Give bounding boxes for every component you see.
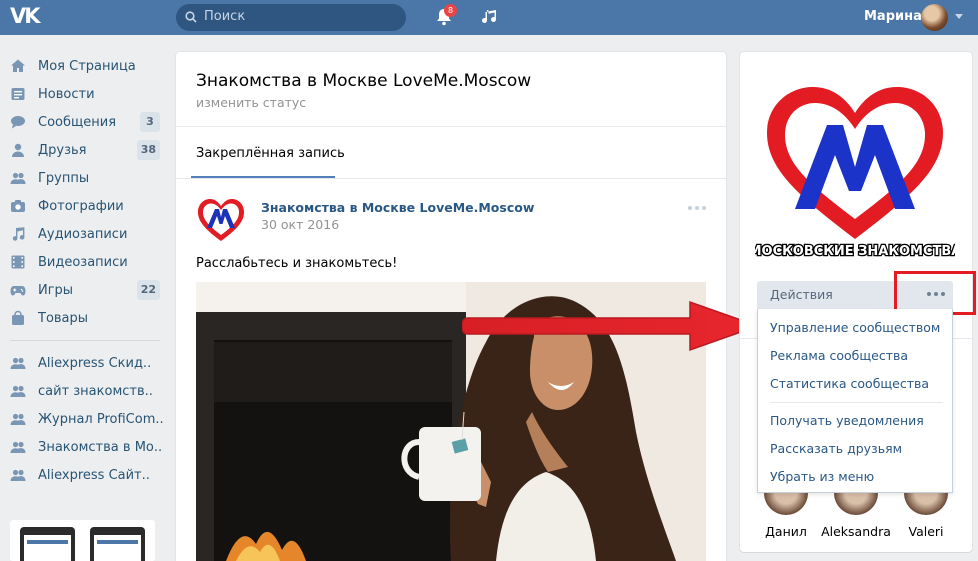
sidebar-group-label: Aliexpress Сайт.. [38,467,150,483]
music-icon[interactable] [480,7,500,27]
community-avatar[interactable] [196,195,246,245]
community-logo[interactable]: МОСКОВСКИЕ ЗНАКОМСТВА [755,67,955,267]
divider [176,178,726,179]
gamepad-icon [10,286,26,296]
sidebar-item-label: Моя Страница [38,58,136,74]
menu-divider [770,402,943,403]
groups-icon [10,385,26,397]
sidebar-item-groups[interactable]: Группы [0,164,165,192]
sidebar-group-item[interactable]: Знакомства в Мо.. [0,433,165,461]
sidebar-item-label: Видеозаписи [38,254,128,270]
logo-caption: МОСКОВСКИЕ ЗНАКОМСТВА [755,244,955,259]
sidebar-group-label: Журнал ProfiCom.. [38,411,164,427]
messages-icon [11,116,25,129]
sidebar-item-games[interactable]: Игры 22 [0,276,165,304]
groups-icon [10,357,26,369]
actions-dropdown-menu [757,309,953,493]
post-date[interactable]: 30 окт 2016 [261,217,339,232]
member-name: Aleksandra [821,524,891,539]
vk-logo[interactable]: VK [10,4,46,30]
menu-item-community-ads[interactable]: Реклама сообщества [770,348,908,363]
sidebar-group-item[interactable]: сайт знакомств.. [0,377,165,405]
page-title: Знакомства в Москве LoveMe.Moscow [196,71,532,91]
app-promo-banner[interactable] [10,520,155,561]
home-icon [11,59,25,72]
sidebar-group-label: сайт знакомств.. [38,383,153,399]
menu-item-community-stats[interactable]: Статистика сообщества [770,376,929,391]
sidebar-group-item[interactable]: Aliexpress Сайт.. [0,461,165,489]
sidebar-item-my-page[interactable]: Моя Страница [0,52,165,80]
news-icon [11,88,25,100]
top-bar: VK Поиск 8 Марина [0,0,978,35]
sidebar-divider [10,340,160,341]
sidebar-item-audio[interactable]: Аудиозаписи [0,220,165,248]
sidebar-item-label: Группы [38,170,90,186]
groups-icon [10,469,26,481]
sidebar-group-item[interactable]: Aliexpress Скид.. [0,349,165,377]
sidebar-item-label: Друзья [38,142,87,158]
annotation-arrow [462,300,761,352]
sidebar-item-label: Сообщения [38,114,117,130]
groups-icon [10,441,26,453]
messages-count: 3 [140,112,160,132]
camera-icon [11,200,25,212]
post-author-link[interactable]: Знакомства в Москве LoveMe.Moscow [261,200,534,215]
user-name[interactable]: Марина [864,9,922,24]
friends-count: 38 [136,140,160,160]
actions-label: Действия [770,287,833,302]
sidebar-item-photos[interactable]: Фотографии [0,192,165,220]
member-name: Valeri [908,524,944,539]
groups-icon [10,413,26,425]
sidebar-group-label: Aliexpress Скид.. [38,355,152,371]
sidebar-item-goods[interactable]: Товары [0,304,165,332]
sidebar-item-label: Новости [38,86,95,102]
phone-image [20,527,75,561]
phone-image [90,527,145,561]
sidebar-group-item[interactable]: Журнал ProfiCom.. [0,405,165,433]
search-icon [185,11,197,23]
bag-icon [12,310,24,325]
more-options-icon[interactable] [686,203,708,213]
tab-pinned-post[interactable]: Закреплённая запись [196,146,345,161]
sidebar-item-video[interactable]: Видеозаписи [0,248,165,276]
search-placeholder: Поиск [204,9,246,24]
music-note-icon [12,227,25,241]
sidebar-item-messages[interactable]: Сообщения 3 [0,108,165,136]
sidebar-item-news[interactable]: Новости [0,80,165,108]
notifications-badge: 8 [444,4,457,17]
friends-icon [12,143,24,157]
search-input[interactable]: Поиск [176,4,406,31]
menu-item-get-notifications[interactable]: Получать уведомления [770,413,924,428]
menu-item-remove-from-menu[interactable]: Убрать из меню [770,469,874,484]
menu-item-tell-friends[interactable]: Рассказать друзьям [770,441,902,456]
divider [176,126,726,127]
chevron-down-icon[interactable] [955,14,963,19]
film-icon [11,255,25,269]
sidebar-item-label: Аудиозаписи [38,226,128,242]
member-name: Данил [765,524,807,539]
games-count: 22 [136,280,160,300]
sidebar-item-label: Товары [38,310,89,326]
change-status-link[interactable]: изменить статус [196,95,306,110]
sidebar-item-friends[interactable]: Друзья 38 [0,136,165,164]
sidebar: Моя Страница Новости Сообщения 3 Друзья … [0,52,165,489]
user-avatar[interactable] [921,4,948,31]
sidebar-item-label: Игры [38,282,74,298]
post-text: Расслабьтесь и знакомьтесь! [196,256,398,271]
groups-icon [10,172,26,184]
menu-item-manage-community[interactable]: Управление сообществом [770,320,940,335]
sidebar-item-label: Фотографии [38,198,124,214]
sidebar-group-label: Знакомства в Мо.. [38,439,163,455]
